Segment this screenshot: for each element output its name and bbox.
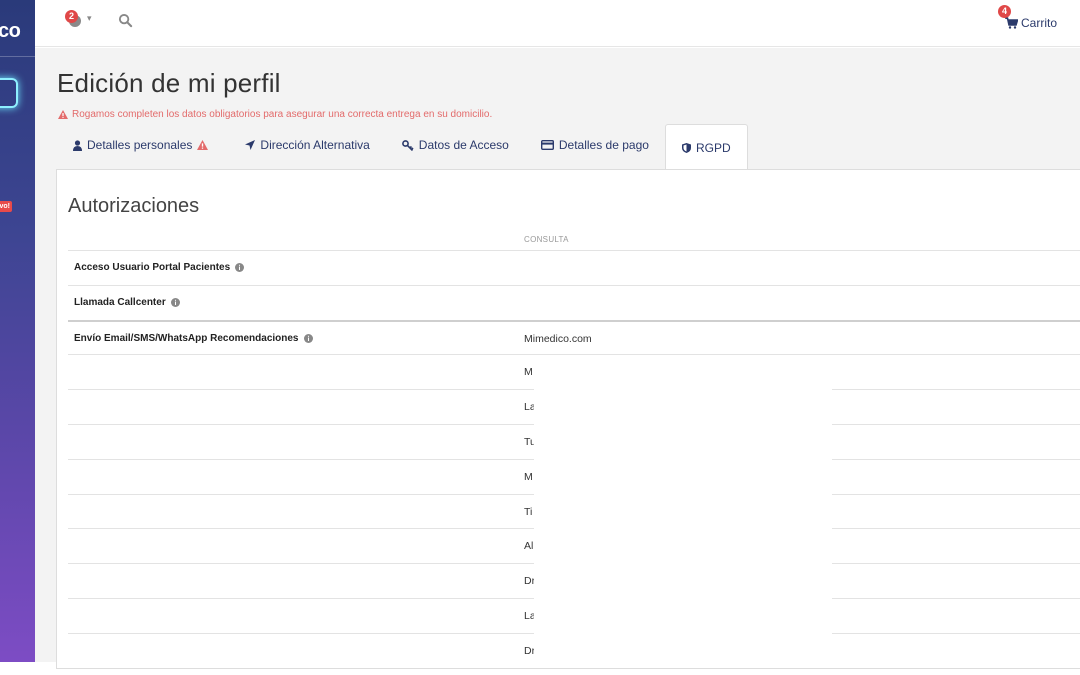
row-value: Mimedico.com — [524, 332, 592, 345]
shield-icon — [681, 143, 691, 153]
cart-icon: 4 — [997, 5, 1019, 30]
tab-access-data[interactable]: Datos de Acceso — [386, 124, 525, 166]
tab-label: Detalles de pago — [558, 138, 649, 152]
cart-count-badge: 4 — [997, 5, 1011, 18]
notifications-button[interactable]: 2 — [65, 10, 87, 32]
tab-label: Datos de Acceso — [418, 138, 509, 152]
cart-button[interactable]: 4 Carrito — [997, 5, 1057, 32]
cart-label: Carrito — [1020, 16, 1057, 30]
warning-icon — [197, 140, 209, 150]
table-row: Acceso Usuario Portal Pacientes — [68, 250, 1080, 285]
sidebar-divider — [0, 56, 35, 57]
warning-text: Rogamos completen los datos obligatorios… — [72, 109, 493, 120]
top-bar: 2 ▾ 4 Carrito — [35, 0, 1080, 47]
credit-card-icon — [540, 140, 554, 150]
tab-payment-details[interactable]: Detalles de pago — [525, 124, 665, 166]
info-icon[interactable] — [170, 297, 180, 307]
sidebar-active-item[interactable] — [0, 78, 18, 108]
info-icon[interactable] — [235, 263, 245, 272]
new-badge: vo! — [0, 201, 12, 212]
warning-icon — [58, 110, 68, 119]
notifications-count-badge: 2 — [65, 10, 78, 23]
table-row: Envío Email/SMS/WhatsApp Recomendaciones… — [68, 319, 1080, 355]
search-icon[interactable] — [118, 13, 134, 29]
sidebar-logo[interactable]: co — [0, 20, 21, 43]
table-row: Llamada Callcenter — [68, 284, 1080, 320]
row-label: Llamada Callcenter — [74, 296, 166, 308]
row-label: Acceso Usuario Portal Pacientes — [74, 262, 231, 273]
tab-label: RGPD — [695, 141, 731, 155]
tab-label: Detalles personales — [87, 138, 193, 152]
profile-tabs: Detalles personales Dirección Alternativ… — [57, 124, 748, 171]
column-header-consulta: CONSULTA — [524, 235, 569, 244]
tab-alternative-address[interactable]: Dirección Alternativa — [229, 124, 385, 166]
section-title: Autorizaciones — [68, 195, 200, 217]
chevron-down-icon[interactable]: ▾ — [87, 13, 92, 24]
row-label: Envío Email/SMS/WhatsApp Recomendaciones — [74, 332, 299, 344]
key-icon — [401, 139, 414, 151]
redacted-area — [534, 360, 832, 662]
tab-label: Dirección Alternativa — [260, 138, 370, 152]
tab-personal-details[interactable]: Detalles personales — [57, 124, 229, 166]
info-icon[interactable] — [303, 333, 313, 343]
user-icon — [73, 139, 82, 151]
sidebar: co vo! — [0, 0, 35, 662]
location-arrow-icon — [245, 140, 256, 150]
warning-message: Rogamos completen los datos obligatorios… — [58, 109, 492, 120]
page-title: Edición de mi perfil — [57, 68, 281, 98]
tab-rgpd[interactable]: RGPD — [664, 124, 748, 171]
